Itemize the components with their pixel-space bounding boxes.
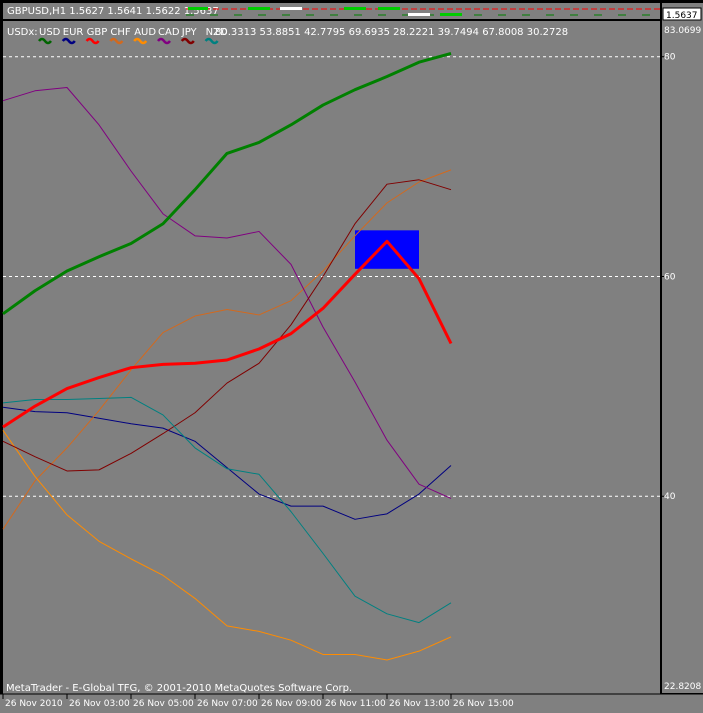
time-label: 26 Nov 15:00 <box>453 699 514 709</box>
indicator-values: 80.3313 53.8851 42.7795 69.6935 28.2221 … <box>215 27 568 38</box>
time-label: 26 Nov 03:00 <box>69 699 130 709</box>
copyright-text: MetaTrader - E-Global TFG, © 2001-2010 M… <box>6 683 352 694</box>
indicator-name: USDx: <box>7 27 38 38</box>
legend-label-gbp: GBP <box>87 27 108 38</box>
legend-label-chf: CHF <box>110 27 131 38</box>
time-label: 26 Nov 11:00 <box>325 699 386 709</box>
scale-level-label: 60 <box>664 272 676 282</box>
legend-label-usd: USD <box>39 27 61 38</box>
chart-window[interactable]: GBPUSD,H1 1.5627 1.5641 1.5622 1.5637 1.… <box>0 0 703 713</box>
plot-area[interactable] <box>3 21 660 694</box>
legend-label-aud: AUD <box>134 27 156 38</box>
scale-top-label: 83.0699 <box>664 26 701 36</box>
time-label: 26 Nov 13:00 <box>389 699 450 709</box>
legend-label-eur: EUR <box>63 27 84 38</box>
time-label: 26 Nov 05:00 <box>133 699 194 709</box>
legend-label-jpy: JPY <box>181 27 198 38</box>
time-label: 26 Nov 07:00 <box>197 699 258 709</box>
time-label: 26 Nov 2010 <box>5 699 63 709</box>
time-label: 26 Nov 09:00 <box>261 699 322 709</box>
price-axis-panel <box>662 3 703 693</box>
scale-level-label: 40 <box>664 492 676 502</box>
scale-bottom-label: 22.8208 <box>664 682 701 692</box>
scale-level-label: 80 <box>664 53 676 63</box>
price-badge-label: 1.5637 <box>666 11 698 21</box>
legend-label-cad: CAD <box>158 27 180 38</box>
